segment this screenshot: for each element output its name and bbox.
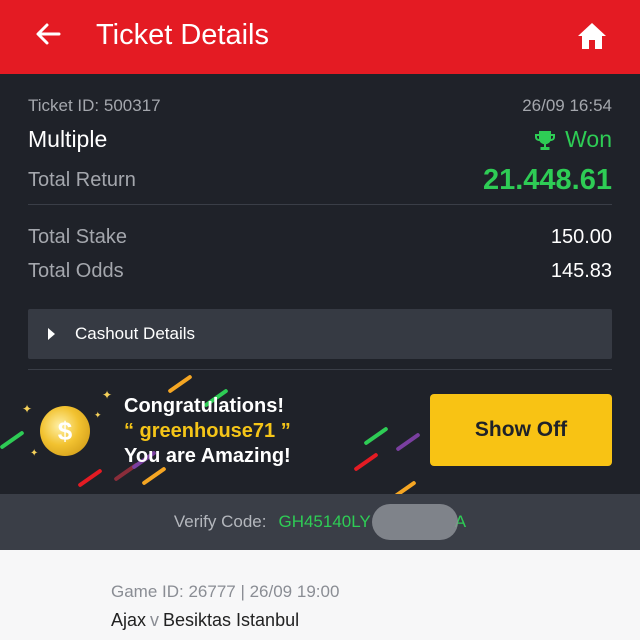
congrats-line1: Congratulations! (124, 395, 284, 417)
game-id: Game ID: 26777 | 26/09 19:00 (111, 582, 340, 601)
ticket-id: Ticket ID: 500317 (28, 96, 161, 115)
versus: v (150, 610, 160, 630)
total-odds-row: Total Odds 145.83 (28, 260, 612, 283)
home-icon[interactable] (576, 20, 608, 52)
confetti (0, 430, 25, 450)
total-stake-label: Total Stake (28, 226, 127, 248)
star-icon: ✦ (102, 388, 113, 402)
trophy-icon (535, 130, 556, 150)
divider (28, 204, 612, 205)
total-stake-value: 150.00 (550, 226, 612, 248)
match-teams: Ajax v Besiktas Istanbul (111, 610, 299, 631)
verify-code-bar: Verify Code: GH45140LY A (0, 494, 640, 550)
bet-type: Multiple (28, 126, 108, 152)
confetti (77, 468, 103, 488)
total-return-row: Total Return 21.448.61 (28, 164, 612, 197)
redaction-blur (372, 504, 458, 540)
coin-icon: $ (40, 406, 90, 456)
total-odds-value: 145.83 (550, 260, 612, 282)
star-icon: ✦ (94, 410, 102, 420)
ticket-meta-row: Ticket ID: 500317 26/09 16:54 (28, 96, 612, 116)
ticket-date: 26/09 16:54 (522, 96, 612, 115)
total-odds-label: Total Odds (28, 260, 124, 282)
total-return-value: 21.448.61 (482, 164, 612, 196)
app-header: Ticket Details (0, 0, 640, 74)
total-return-label: Total Return (28, 169, 136, 191)
confetti (167, 374, 193, 394)
confetti (395, 432, 421, 452)
cashout-details-toggle[interactable]: Cashout Details (28, 309, 612, 359)
ticket-card: Ticket ID: 500317 26/09 16:54 Multiple W… (0, 74, 640, 500)
congrats-username: “ greenhouse71 ” (124, 420, 291, 442)
status-badge: Won (533, 126, 612, 153)
status-text: Won (565, 126, 612, 152)
verify-code-label: Verify Code: (173, 512, 267, 531)
back-arrow-icon[interactable] (32, 18, 64, 50)
home-team: Ajax (111, 610, 147, 630)
congrats-message: Congratulations! “ greenhouse71 ” You ar… (124, 394, 291, 469)
confetti (353, 452, 379, 472)
total-stake-row: Total Stake 150.00 (28, 226, 612, 249)
star-icon: ✦ (30, 448, 39, 459)
congrats-banner: ✦ ✦ ✦ ✦ $ Congratulations! “ greenhouse7… (0, 374, 640, 500)
show-off-button[interactable]: Show Off (430, 394, 612, 466)
ticket-type-row: Multiple Won (28, 126, 612, 153)
cashout-details-label: Cashout Details (75, 324, 196, 343)
star-icon: ✦ (22, 402, 33, 416)
game-item: Game ID: 26777 | 26/09 19:00 Ajax v Besikt… (0, 550, 640, 640)
congrats-line3: You are Amazing! (124, 445, 291, 467)
confetti (141, 466, 167, 486)
caret-right-icon (48, 328, 55, 340)
away-team: Besiktas Istanbul (163, 610, 300, 630)
page-title: Ticket Details (96, 19, 269, 51)
confetti (363, 426, 389, 446)
verify-code-start: GH45140LY (278, 512, 371, 531)
divider (28, 369, 612, 370)
